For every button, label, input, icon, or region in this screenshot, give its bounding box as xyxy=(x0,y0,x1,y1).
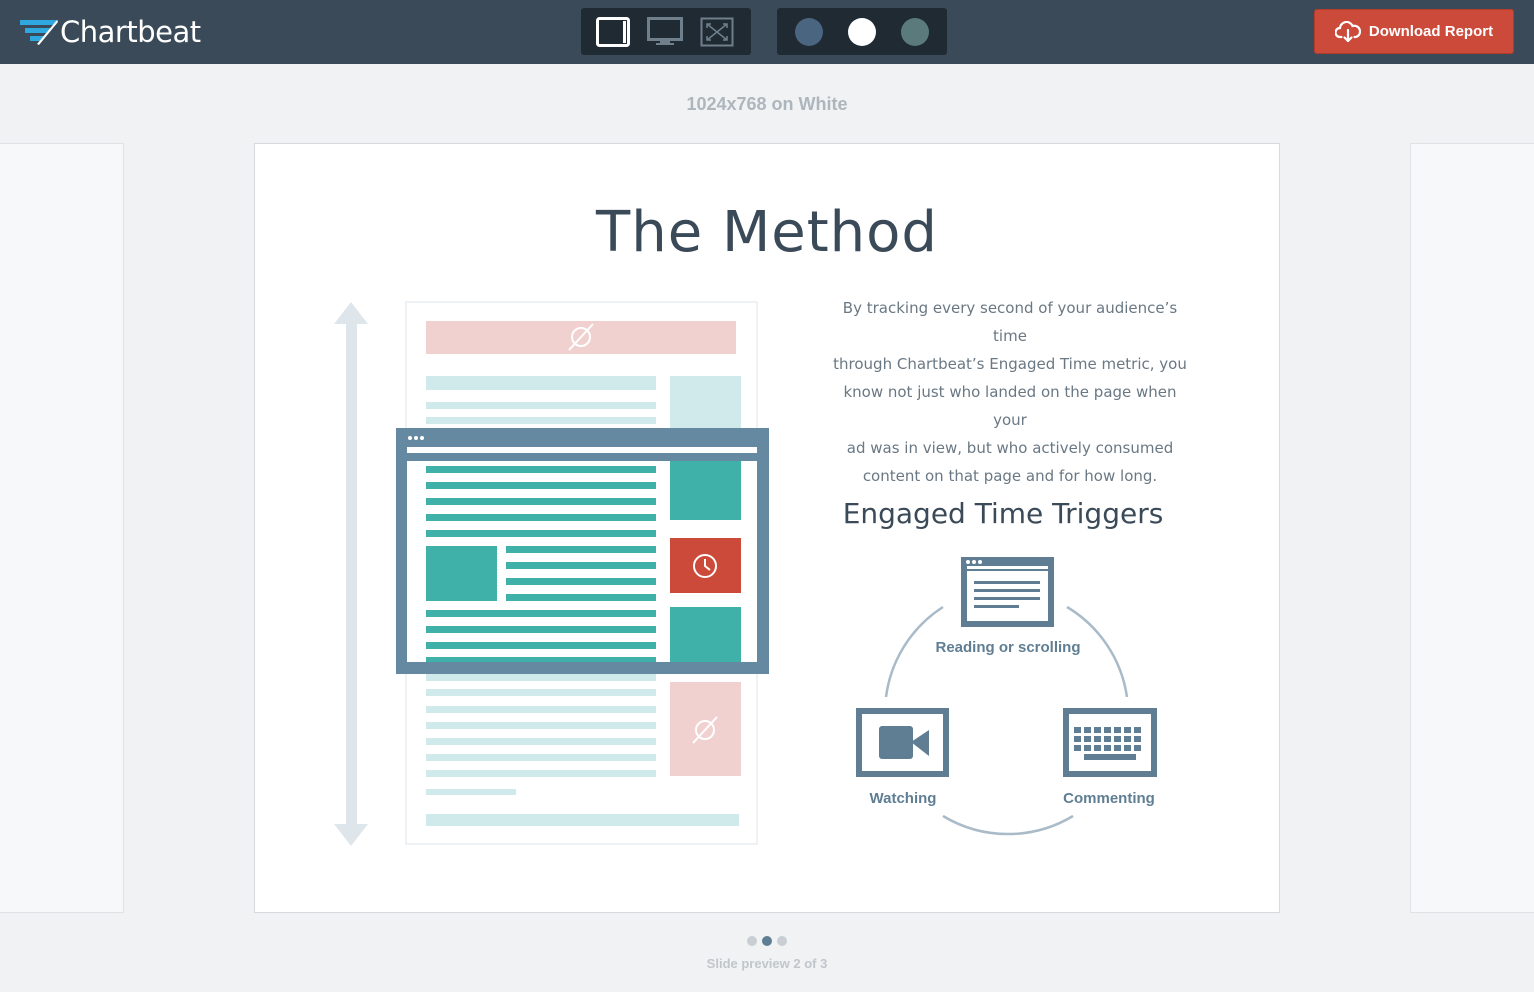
fullscreen-view-button[interactable] xyxy=(691,12,743,52)
brand-name: Chartbeat xyxy=(60,15,201,49)
theme-swatch-white xyxy=(848,17,876,46)
theme-slate-green-button[interactable] xyxy=(888,12,941,52)
desktop-view-button[interactable] xyxy=(639,12,691,52)
pagination-dot-1[interactable] xyxy=(747,936,757,946)
scroll-arrow-icon xyxy=(334,302,368,846)
monitor-icon xyxy=(647,16,683,45)
keyboard-icon xyxy=(1063,708,1157,777)
pagination-dot-3[interactable] xyxy=(777,936,787,946)
download-report-button[interactable]: Download Report xyxy=(1314,9,1514,54)
device-selector xyxy=(581,8,751,55)
slide-preview: The Method By tracking every second of y… xyxy=(254,143,1280,913)
trigger-label-commenting: Commenting xyxy=(1063,790,1155,807)
chartbeat-logo[interactable]: Chartbeat xyxy=(20,14,201,50)
chartbeat-logo-icon xyxy=(20,20,58,45)
theme-swatch-slate-green xyxy=(900,17,929,46)
viewport-browser-frame xyxy=(396,428,769,674)
tablet-view-button[interactable] xyxy=(587,12,639,52)
video-camera-icon xyxy=(856,708,949,777)
fullscreen-icon xyxy=(700,17,734,46)
trigger-label-reading: Reading or scrolling xyxy=(935,639,1081,656)
top-bar: Chartbeat Download Report xyxy=(0,0,1534,64)
theme-white-button[interactable] xyxy=(836,12,889,52)
preview-size-label: 1024x768 on White xyxy=(686,94,848,114)
download-report-label: Download Report xyxy=(1368,23,1494,40)
cloud-download-icon xyxy=(1334,20,1361,42)
trigger-label-watching: Watching xyxy=(869,790,937,807)
pagination-dot-2[interactable] xyxy=(762,936,772,946)
slide-preview-status: Slide preview 2 of 3 xyxy=(706,956,828,971)
browser-window-icon xyxy=(961,557,1054,627)
previous-slide-preview[interactable] xyxy=(0,143,124,913)
next-slide-preview[interactable] xyxy=(1410,143,1534,913)
slide-pagination xyxy=(0,936,1534,946)
tablet-icon xyxy=(596,16,630,47)
theme-swatch-dark-blue xyxy=(795,17,824,46)
triggers-title: Engaged Time Triggers xyxy=(842,497,1164,530)
theme-selector xyxy=(777,8,947,55)
theme-dark-blue-button[interactable] xyxy=(783,12,836,52)
